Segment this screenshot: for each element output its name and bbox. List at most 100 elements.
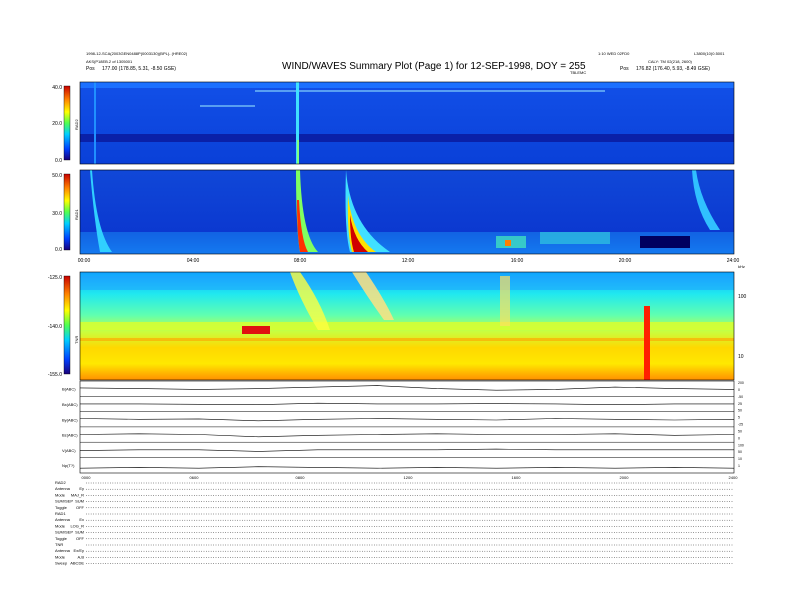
tnr-event-0600	[242, 326, 270, 334]
tnr-event-1600	[500, 276, 510, 326]
rad2-top-band	[80, 82, 734, 88]
rad1-xtick-0: 00:00	[78, 258, 91, 264]
rad2-burst-0800-core	[297, 140, 299, 164]
trace-xtick-0: 0000	[82, 475, 92, 480]
rad2-colorbar	[63, 85, 71, 161]
mode-value-4: OFF	[76, 505, 85, 510]
trace-labels: B(ABC) Bx(ABC) By(ABC) Bz(ABC) V(ABC) Np(T?)	[62, 387, 78, 469]
trace-label-5: Np(T?)	[62, 463, 75, 468]
rad1-ytick-2: 0.0	[55, 247, 62, 253]
rad1-panel	[79, 169, 735, 255]
trace-right-tick-6: -25	[738, 423, 743, 427]
trace-label-0: B(ABC)	[62, 387, 76, 392]
tnr-ytick-1: -140.0	[48, 324, 62, 330]
rad1-low-band	[80, 232, 734, 254]
rad2-ylabel: RAD2	[74, 119, 79, 130]
mode-label-0: RAD2	[55, 480, 66, 485]
mode-label-3: SUM/SEP	[55, 499, 73, 504]
tnr-orange-line	[80, 338, 734, 341]
mode-value-12: A,B	[78, 554, 85, 559]
rad1-xtick-1: 04:00	[187, 258, 200, 264]
tnr-unit: kHz	[738, 264, 745, 269]
mode-value-1: Ey	[79, 486, 84, 491]
mode-label-6: Antenna	[55, 517, 71, 522]
tnr-ylabel: TNR	[74, 336, 79, 344]
mode-value-8: SUM	[75, 530, 84, 535]
trace-right-ticks: 200 0 -50 25 50 5 -25 50 0 100 50 10 1	[738, 381, 744, 468]
rad2-ytick-2: 0.0	[55, 158, 62, 164]
trace-right-tick-12: 1	[738, 464, 740, 468]
mode-value-9: OFF	[76, 536, 85, 541]
mode-value-2: MAJ_R	[71, 492, 84, 497]
rad2-ytick-0: 40.0	[52, 85, 62, 91]
rad2-panel	[79, 81, 735, 165]
trace-line-5	[79, 466, 735, 469]
rad1-colorbar	[63, 173, 71, 251]
trace-line-0	[79, 385, 735, 391]
trace-label-2: By(ABC)	[62, 417, 78, 422]
trace-right-tick-7: 50	[738, 430, 742, 434]
trace-right-tick-10: 50	[738, 450, 742, 454]
trace-right-tick-1: 0	[738, 388, 740, 392]
rad1-burst-1700	[540, 232, 610, 244]
mode-value-11: Ex/Ey	[74, 548, 84, 553]
rad2-burst-early	[94, 82, 96, 164]
trace-line-1	[80, 402, 734, 406]
mode-value-3: SUM	[75, 499, 84, 504]
tnr-plasma-line	[80, 322, 734, 330]
tnr-right-tick-1: 10	[738, 354, 744, 360]
rad2-spectrogram	[80, 82, 734, 164]
trace-xtick-6: 2400	[729, 475, 739, 480]
trace-label-3: Bz(ABC)	[62, 433, 78, 438]
mode-label-10: TNR	[55, 542, 63, 547]
trace-xtick-2: 0800	[296, 475, 306, 480]
rad1-xtick-5: 20:00	[619, 258, 632, 264]
trace-line-4	[79, 448, 734, 452]
tnr-ytick-2: -155.0	[48, 372, 62, 378]
mode-value-13: ABCDE	[70, 561, 84, 566]
rad1-burst-1600-core	[505, 240, 511, 246]
rad2-dark-band	[80, 134, 734, 142]
mode-label-5: RAD1	[55, 511, 66, 516]
trace-right-tick-8: 0	[738, 436, 740, 440]
mode-rows: RAD2Antenna EyMode MAJ_RSUM/SEP SUMToggle OF…	[55, 480, 734, 566]
mode-label-11: Antenna	[55, 548, 71, 553]
rad1-xtick-2: 08:00	[294, 258, 307, 264]
rad2-ytick-1: 20.0	[52, 121, 62, 127]
trace-label-1: Bx(ABC)	[62, 402, 78, 407]
mode-value-7: LOG_R	[70, 523, 84, 528]
rad1-xtick-3: 12:00	[402, 258, 415, 264]
trace-panel	[79, 380, 735, 474]
rad1-dark-late	[640, 236, 690, 248]
trace-right-tick-2: -50	[738, 395, 743, 399]
rad1-ylabel: RAD1	[74, 209, 79, 220]
mode-label-12: Mode	[55, 554, 66, 559]
tnr-ytick-0: -125.0	[48, 275, 62, 281]
trace-right-tick-0: 200	[738, 381, 744, 385]
rad1-xtick-4: 16:00	[511, 258, 524, 264]
trace-xtick-1: 0600	[190, 475, 200, 480]
tnr-right-tick-0: 100	[738, 294, 747, 300]
trace-right-tick-4: 50	[738, 409, 742, 413]
mode-label-13: Sweep	[55, 561, 68, 566]
trace-right-tick-11: 10	[738, 457, 742, 461]
trace-xtick-5: 2000	[620, 475, 630, 480]
trace-label-4: V(ABC)	[62, 448, 76, 453]
mode-label-1: Antenna	[55, 486, 71, 491]
summary-plot: 40.0 20.0 0.0 RAD2 50.0 30.0 0.0 RAD1 00…	[48, 81, 747, 566]
trace-right-tick-5: 5	[738, 416, 740, 420]
trace-line-3	[79, 433, 735, 438]
mode-label-8: SUM/SEP	[55, 530, 73, 535]
trace-line-2	[79, 418, 735, 422]
trace-right-tick-3: 25	[738, 402, 742, 406]
trace-right-tick-9: 100	[738, 443, 744, 447]
tnr-panel	[79, 271, 735, 381]
mode-label-9: Toggle	[55, 536, 68, 541]
mode-label-7: Mode	[55, 523, 66, 528]
tnr-upper-band	[80, 276, 734, 290]
trace-xtick-3: 1200	[404, 475, 414, 480]
trace-xtick-4: 1600	[512, 475, 522, 480]
rad1-ytick-1: 30.0	[52, 211, 62, 217]
tnr-event-2100	[644, 306, 650, 380]
mode-value-6: Ex	[79, 517, 84, 522]
